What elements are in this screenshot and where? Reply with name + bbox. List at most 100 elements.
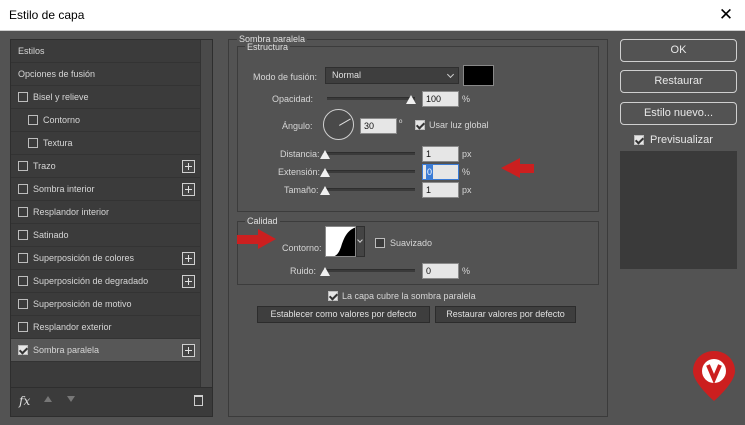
sidebar-item-label: Satinado: [33, 230, 69, 240]
sidebar-item-superposición-de-colores[interactable]: Superposición de colores: [11, 247, 201, 270]
sidebar-item-label: Textura: [43, 138, 73, 148]
style-checkbox[interactable]: [18, 92, 28, 102]
size-slider-thumb[interactable]: [320, 186, 330, 195]
structure-title: Estructura: [245, 42, 291, 52]
restore-button[interactable]: Restaurar: [620, 70, 737, 93]
sidebar-item-contorno[interactable]: Contorno: [11, 109, 201, 132]
make-default-button[interactable]: Establecer como valores por defecto: [257, 306, 430, 323]
opacity-slider[interactable]: [327, 97, 415, 100]
sidebar-item-estilos[interactable]: Estilos: [11, 40, 201, 63]
add-instance-icon[interactable]: [182, 160, 195, 173]
style-checkbox[interactable]: [18, 276, 28, 286]
sidebar-item-opciones-de-fusión[interactable]: Opciones de fusión: [11, 63, 201, 86]
sidebar-item-sombra-interior[interactable]: Sombra interior: [11, 178, 201, 201]
noise-slider-thumb[interactable]: [320, 267, 330, 276]
fx-icon[interactable]: fx: [19, 394, 30, 408]
style-checkbox[interactable]: [18, 322, 28, 332]
sidebar-toolbar: fx: [11, 387, 212, 416]
sidebar-item-textura[interactable]: Textura: [11, 132, 201, 155]
add-instance-icon[interactable]: [182, 344, 195, 357]
blend-mode-label: Modo de fusión:: [253, 72, 318, 82]
new-style-button[interactable]: Estilo nuevo...: [620, 102, 737, 125]
global-light-checkbox[interactable]: [415, 120, 425, 130]
opacity-input[interactable]: 100: [422, 91, 459, 107]
spread-slider-thumb[interactable]: [320, 168, 330, 177]
blend-mode-select[interactable]: Normal: [325, 67, 459, 84]
knockout-checkbox[interactable]: [328, 291, 338, 301]
arrow-head-right-icon: [258, 229, 276, 249]
move-up-icon[interactable]: [44, 396, 52, 402]
add-instance-icon[interactable]: [182, 183, 195, 196]
sidebar-item-label: Bisel y relieve: [33, 92, 89, 102]
shadow-color-swatch[interactable]: [463, 65, 494, 86]
spread-value: 0: [426, 165, 434, 179]
angle-unit: º: [399, 118, 403, 128]
move-down-icon[interactable]: [67, 396, 75, 402]
close-icon[interactable]: ✕: [716, 5, 736, 25]
angle-dial-needle: [339, 118, 351, 126]
distance-slider-thumb[interactable]: [320, 150, 330, 159]
contour-dropdown[interactable]: [356, 226, 365, 257]
style-checkbox[interactable]: [18, 253, 28, 263]
drop-shadow-panel: Sombra paralela Estructura Modo de fusió…: [228, 34, 608, 417]
style-checkbox[interactable]: [18, 345, 28, 355]
blend-mode-value: Normal: [332, 70, 362, 80]
sidebar-item-sombra-paralela[interactable]: Sombra paralela: [11, 339, 201, 362]
spread-slider[interactable]: [323, 170, 415, 173]
spread-label: Extensión:: [278, 167, 321, 177]
add-instance-icon[interactable]: [182, 275, 195, 288]
preview-checkbox[interactable]: [634, 135, 644, 145]
style-checkbox[interactable]: [18, 184, 28, 194]
add-instance-icon[interactable]: [182, 252, 195, 265]
sidebar-item-label: Trazo: [33, 161, 56, 171]
arrow-shaft: [237, 235, 259, 244]
chevron-down-icon: [446, 70, 455, 79]
style-checkbox[interactable]: [18, 207, 28, 217]
trash-icon[interactable]: [194, 395, 203, 406]
angle-dial[interactable]: [323, 109, 354, 140]
noise-unit: %: [462, 266, 471, 276]
opacity-unit: %: [462, 94, 471, 104]
window-title: Estilo de capa: [9, 8, 85, 22]
ok-button[interactable]: OK: [620, 39, 737, 62]
noise-slider[interactable]: [323, 269, 415, 272]
sidebar-item-label: Sombra interior: [33, 184, 95, 194]
reset-default-button[interactable]: Restaurar valores por defecto: [435, 306, 576, 323]
style-preview-swatch: [620, 151, 737, 269]
distance-slider[interactable]: [323, 152, 415, 155]
site-logo-icon: [693, 351, 735, 401]
distance-input[interactable]: 1: [422, 146, 459, 162]
antialiased-checkbox[interactable]: [375, 238, 385, 248]
noise-input[interactable]: 0: [422, 263, 459, 279]
global-light-label: Usar luz global: [429, 120, 489, 130]
size-slider[interactable]: [323, 188, 415, 191]
sidebar-item-satinado[interactable]: Satinado: [11, 224, 201, 247]
style-checkbox[interactable]: [18, 299, 28, 309]
sidebar-item-superposición-de-motivo[interactable]: Superposición de motivo: [11, 293, 201, 316]
contour-preview[interactable]: [325, 226, 356, 257]
sidebar-item-resplandor-exterior[interactable]: Resplandor exterior: [11, 316, 201, 339]
sidebar-item-label: Superposición de degradado: [33, 276, 149, 286]
style-checkbox[interactable]: [28, 138, 38, 148]
size-unit: px: [462, 185, 472, 195]
sidebar-item-superposición-de-degradado[interactable]: Superposición de degradado: [11, 270, 201, 293]
style-checkbox[interactable]: [28, 115, 38, 125]
angle-label: Ángulo:: [282, 121, 313, 131]
style-checkbox[interactable]: [18, 161, 28, 171]
style-checkbox[interactable]: [18, 230, 28, 240]
sidebar-item-resplandor-interior[interactable]: Resplandor interior: [11, 201, 201, 224]
size-input[interactable]: 1: [422, 182, 459, 198]
angle-input[interactable]: 30: [360, 118, 397, 134]
sidebar-item-label: Estilos: [18, 46, 45, 56]
sidebar-item-label: Superposición de motivo: [33, 299, 132, 309]
spread-input[interactable]: 0: [422, 164, 459, 180]
quality-title: Calidad: [245, 216, 280, 226]
sidebar-item-bisel-y-relieve[interactable]: Bisel y relieve: [11, 86, 201, 109]
opacity-slider-thumb[interactable]: [406, 95, 416, 104]
sidebar-scrollbar[interactable]: [200, 40, 212, 388]
sidebar-item-label: Contorno: [43, 115, 81, 125]
antialiased-label: Suavizado: [390, 238, 433, 248]
sidebar-item-trazo[interactable]: Trazo: [11, 155, 201, 178]
size-label: Tamaño:: [284, 185, 319, 195]
contour-label: Contorno:: [282, 243, 322, 253]
